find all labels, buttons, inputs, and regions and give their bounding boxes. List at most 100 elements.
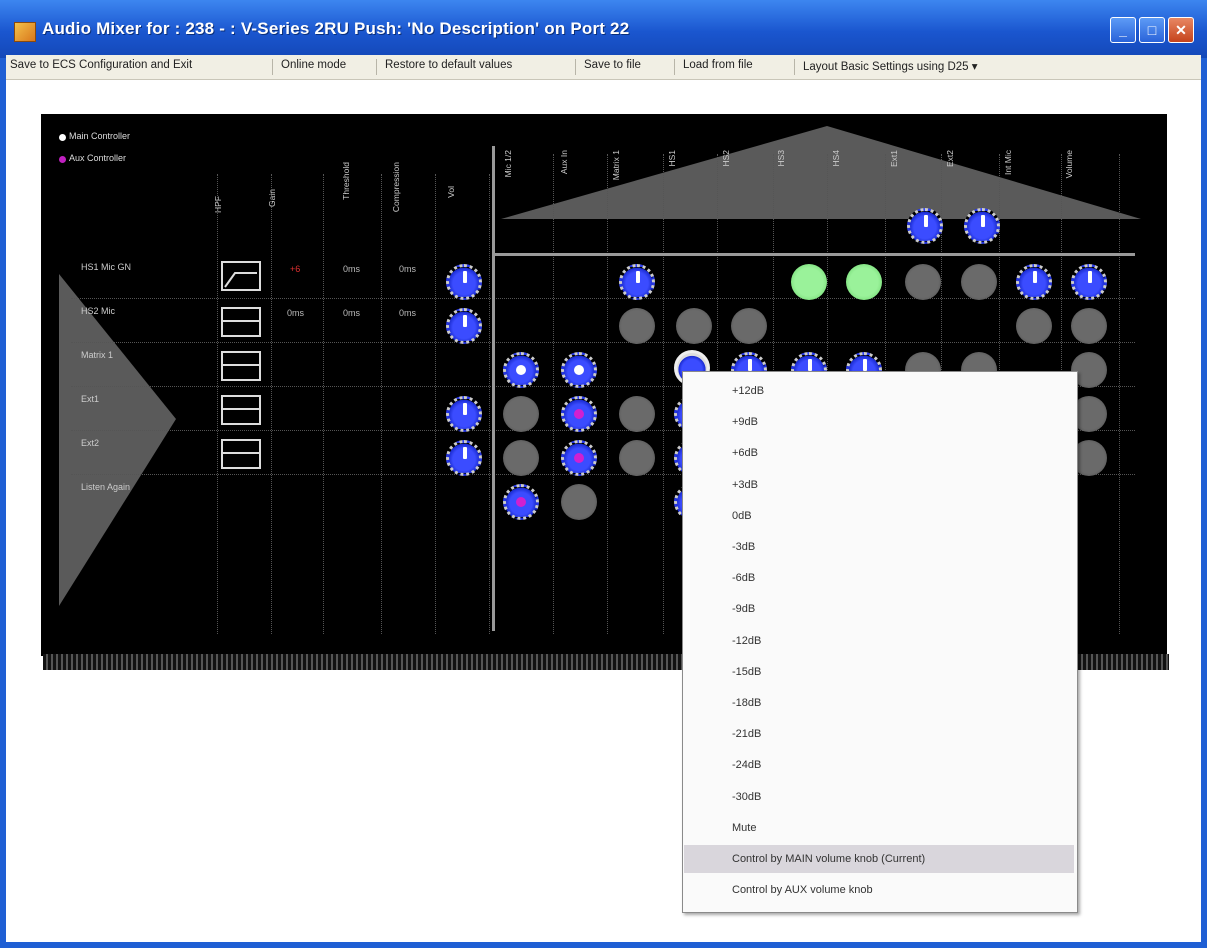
row-label: Ext2 [81, 438, 100, 448]
volume-knob[interactable] [446, 440, 482, 476]
volume-knob[interactable] [619, 396, 655, 432]
menu-save-file[interactable]: Save to file [584, 59, 641, 71]
compression-value-row2: 0ms [399, 308, 417, 318]
row-label: HS2 Mic [81, 306, 116, 316]
context-menu-item[interactable]: -12dB [684, 627, 1074, 655]
volume-knob[interactable] [561, 484, 597, 520]
volume-knob[interactable] [961, 264, 997, 300]
volume-knob[interactable] [905, 264, 941, 300]
legend-main-dot [59, 134, 66, 141]
grid-line [489, 174, 490, 634]
menu-online-mode[interactable]: Online mode [281, 59, 346, 71]
context-menu-item[interactable]: +3dB [684, 471, 1074, 499]
context-menu-item[interactable]: -30dB [684, 783, 1074, 811]
volume-knob[interactable] [503, 440, 539, 476]
menu-separator [272, 59, 273, 75]
context-menu-item[interactable]: Mute [684, 814, 1074, 842]
grid-line [663, 154, 664, 634]
volume-knob[interactable] [446, 396, 482, 432]
title-bar[interactable]: Audio Mixer for : 238 - : V-Series 2RU P… [0, 0, 1207, 58]
volume-knob[interactable] [561, 440, 597, 476]
column-header: Ext1 [889, 150, 899, 168]
minimize-button[interactable]: _ [1110, 17, 1136, 43]
column-header: Aux In [559, 150, 569, 175]
close-button[interactable]: ✕ [1168, 17, 1194, 43]
context-menu-item[interactable]: +12dB [684, 377, 1074, 405]
column-header: Volume [1064, 150, 1074, 179]
context-menu-item[interactable]: 0dB [684, 502, 1074, 530]
legend-aux-dot [59, 156, 66, 163]
context-menu-item[interactable]: -3dB [684, 533, 1074, 561]
context-menu-item[interactable]: -9dB [684, 595, 1074, 623]
threshold-value-row1: 0ms [343, 264, 361, 274]
context-menu-item[interactable]: -21dB [684, 720, 1074, 748]
volume-knob[interactable] [791, 264, 827, 300]
volume-knob[interactable] [1071, 308, 1107, 344]
eq-block-row4[interactable] [221, 395, 261, 425]
grid-line [381, 174, 382, 634]
menu-restore-defaults[interactable]: Restore to default values [385, 59, 512, 71]
input-triangle [59, 274, 176, 606]
volume-knob[interactable] [1016, 308, 1052, 344]
column-header: HPF [213, 196, 223, 213]
grid-line [607, 154, 608, 634]
volume-knob[interactable] [619, 440, 655, 476]
context-menu-item[interactable]: +6dB [684, 439, 1074, 467]
menu-load-file[interactable]: Load from file [683, 59, 753, 71]
eq-block-row5[interactable] [221, 439, 261, 469]
context-menu-item[interactable]: Control by MAIN volume knob (Current) [684, 845, 1074, 873]
grid-line [71, 342, 1135, 343]
context-menu-item[interactable]: -24dB [684, 751, 1074, 779]
column-header: HS3 [776, 150, 786, 167]
volume-knob[interactable] [731, 308, 767, 344]
volume-knob[interactable] [964, 208, 1000, 244]
volume-knob[interactable] [561, 396, 597, 432]
eq-block-row3[interactable] [221, 351, 261, 381]
gain-value-row2: 0ms [287, 308, 305, 318]
application-window: Audio Mixer for : 238 - : V-Series 2RU P… [0, 0, 1207, 948]
context-menu: +12dB +9dB +6dB +3dB 0dB -3dB -6dB -9dB -12dB -15… [682, 371, 1078, 913]
volume-knob[interactable] [676, 308, 712, 344]
volume-knob[interactable] [846, 264, 882, 300]
context-menu-item[interactable]: Control by AUX volume knob [684, 876, 1074, 904]
volume-knob[interactable] [503, 484, 539, 520]
column-header: HS2 [721, 150, 731, 167]
app-icon [14, 22, 36, 42]
column-header: Compression [391, 162, 401, 213]
column-header: Ext2 [945, 150, 955, 168]
eq-hpf-curve-row1[interactable] [221, 261, 261, 291]
grid-line [1119, 154, 1120, 634]
column-header: HS1 [667, 150, 677, 167]
menu-layout-settings[interactable]: Layout Basic Settings using D25 ▾ [803, 59, 978, 73]
maximize-button[interactable]: □ [1139, 17, 1165, 43]
row-label: HS1 Mic GN [81, 262, 132, 272]
menu-separator [575, 59, 576, 75]
volume-knob[interactable] [503, 352, 539, 388]
threshold-value-row2: 0ms [343, 308, 361, 318]
divider-vertical [492, 146, 495, 631]
grid-line [217, 174, 218, 634]
volume-knob[interactable] [1071, 264, 1107, 300]
volume-knob[interactable] [561, 352, 597, 388]
grid-line [553, 154, 554, 634]
volume-knob[interactable] [907, 208, 943, 244]
volume-knob[interactable] [619, 308, 655, 344]
menu-save-exit[interactable]: Save to ECS Configuration and Exit [10, 59, 192, 71]
grid-line [271, 174, 272, 634]
volume-knob[interactable] [1016, 264, 1052, 300]
context-menu-item[interactable]: -6dB [684, 564, 1074, 592]
legend-aux-label: Aux Controller [69, 153, 127, 163]
volume-knob[interactable] [446, 308, 482, 344]
volume-knob[interactable] [503, 396, 539, 432]
column-header: Mic 1/2 [503, 150, 513, 178]
volume-knob[interactable] [446, 264, 482, 300]
window-title: Audio Mixer for : 238 - : V-Series 2RU P… [42, 19, 630, 38]
volume-knob[interactable] [619, 264, 655, 300]
context-menu-item[interactable]: -18dB [684, 689, 1074, 717]
eq-block-row2[interactable] [221, 307, 261, 337]
context-menu-item[interactable]: +9dB [684, 408, 1074, 436]
row-label: Ext1 [81, 394, 100, 404]
context-menu-item[interactable]: -15dB [684, 658, 1074, 686]
column-header: Matrix 1 [611, 150, 621, 181]
column-header: Threshold [341, 162, 351, 200]
